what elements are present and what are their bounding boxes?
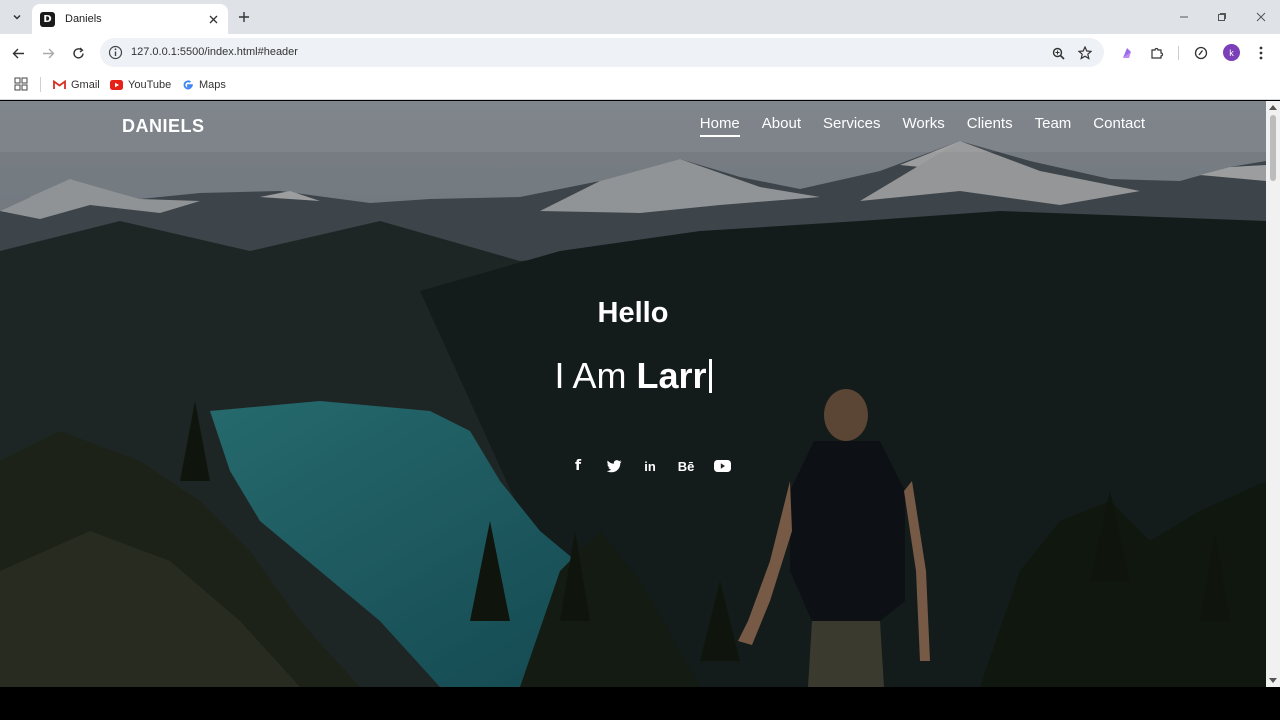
bookmark-gmail[interactable]: Gmail [53,76,100,94]
hero-typed-name: Larr [636,355,707,396]
star-icon [1078,46,1092,60]
scrollbar-thumb[interactable] [1270,115,1276,181]
new-tab-button[interactable] [234,7,254,27]
url-text[interactable]: 127.0.0.1:5500/index.html#header [131,46,298,58]
puzzle-icon [1151,47,1164,59]
zoom-icon [1052,47,1065,60]
minimize-button[interactable] [1175,8,1193,26]
gemini-icon [1123,48,1131,58]
social-links: f in Bē [560,455,740,477]
bookmark-label: Maps [199,79,226,91]
twitter-icon[interactable] [596,455,632,477]
tab-search-button[interactable] [6,7,28,27]
hero-prefix: I Am [554,355,637,396]
youtube-icon [110,79,123,92]
behance-icon[interactable]: Bē [668,455,704,477]
profile-avatar[interactable]: k [1223,44,1240,61]
browser-tab-bar: D Daniels [0,0,1280,34]
back-button[interactable] [7,42,29,64]
scroll-up-icon[interactable] [1269,104,1277,112]
minimize-icon [1180,16,1188,18]
bookmark-star-button[interactable] [1077,45,1093,61]
extensions-menu-button[interactable] [1148,44,1166,62]
extension-button[interactable] [1118,44,1136,62]
nav-contact[interactable]: Contact [1093,115,1145,137]
bookmark-youtube[interactable]: YouTube [110,76,171,94]
facebook-icon[interactable]: f [560,455,596,477]
more-vert-icon [1259,46,1263,60]
nav-home[interactable]: Home [699,115,740,137]
bookmark-label: Gmail [71,79,100,91]
nav-team[interactable]: Team [1035,115,1072,137]
tab-title: Daniels [65,13,102,25]
nav-works[interactable]: Works [903,115,945,137]
site-info-icon[interactable] [108,45,123,60]
google-icon [181,79,194,92]
youtube-icon[interactable] [704,455,740,477]
speedometer-icon [1194,46,1208,60]
browser-toolbar: 127.0.0.1:5500/index.html#header k [0,34,1280,71]
typing-cursor [708,359,712,393]
reload-icon [72,47,84,59]
nav-about[interactable]: About [762,115,801,137]
performance-button[interactable] [1192,44,1210,62]
main-nav: Home About Services Works Clients Team C… [678,115,1145,137]
apps-grid-icon[interactable] [14,77,28,91]
favicon-icon: D [40,11,55,27]
hero-headline: I Am Larr [0,355,1266,397]
site-logo[interactable]: DANIELS [122,116,205,137]
browser-menu-button[interactable] [1252,44,1270,62]
page-viewport: DANIELS Home About Services Works Client… [0,101,1266,687]
scroll-down-icon[interactable] [1269,676,1277,684]
toolbar-divider [1178,46,1179,60]
zoom-button[interactable] [1050,45,1066,61]
address-bar[interactable]: 127.0.0.1:5500/index.html#header [100,38,1104,67]
nav-services[interactable]: Services [823,115,881,137]
browser-tab[interactable]: D Daniels [32,4,228,34]
reload-button[interactable] [67,42,89,64]
hero-greeting: Hello [597,297,669,329]
plus-icon [239,12,249,22]
close-icon [1256,12,1266,22]
page-scrollbar[interactable] [1266,101,1280,687]
close-window-button[interactable] [1252,8,1270,26]
window-bottom-strip [0,687,1280,720]
gmail-icon [53,79,66,92]
maximize-button[interactable] [1213,8,1231,26]
nav-clients[interactable]: Clients [967,115,1013,137]
chevron-down-icon [13,14,21,20]
arrow-right-icon [42,48,54,58]
linkedin-icon[interactable]: in [632,455,668,477]
bookmark-maps[interactable]: Maps [181,76,226,94]
forward-button[interactable] [37,42,59,64]
bookmarks-bar: Gmail YouTube Maps [0,71,1280,100]
arrow-left-icon [12,48,24,58]
bookmarks-divider [40,77,41,92]
close-tab-button[interactable] [206,12,220,26]
restore-icon [1218,13,1226,21]
close-icon [209,15,217,23]
bookmark-label: YouTube [128,79,172,91]
